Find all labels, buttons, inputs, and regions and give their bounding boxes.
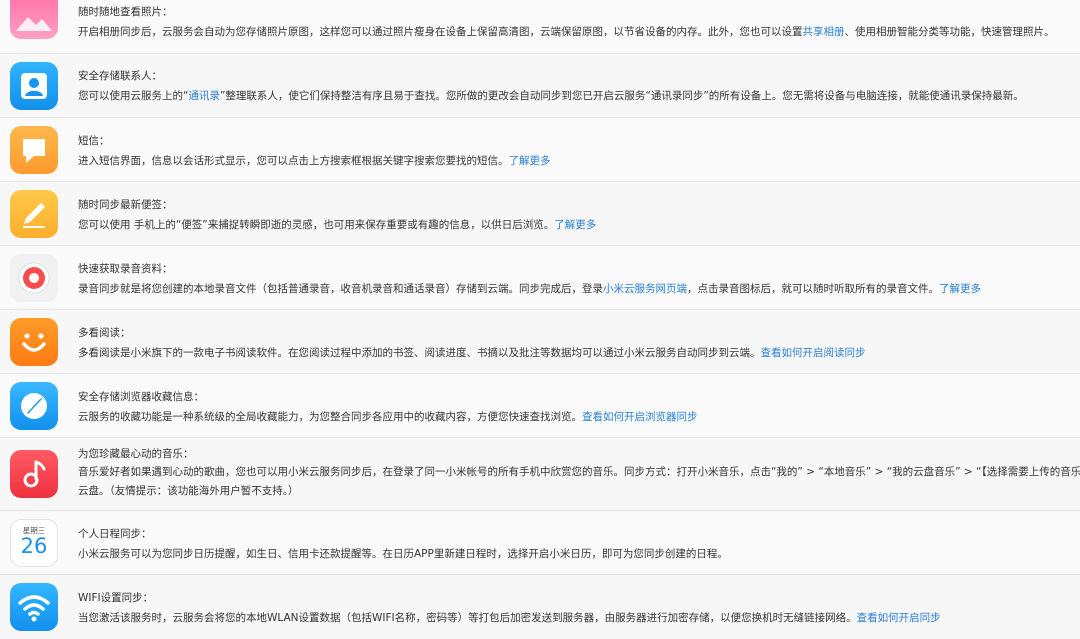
contacts-link[interactable]: 通讯录 — [188, 90, 220, 102]
item-desc: 录音同步就是将您创建的本地录音文件（包括普通录音，收音机录音和通话录音）存储到云… — [78, 283, 603, 295]
item-desc-tail: ”整理联系人，使它们保持整洁有序且易于查找。您所做的更改会自动同步到您已开启云服… — [219, 90, 1024, 102]
item-title: 安全存储浏览器收藏信息： — [78, 391, 204, 403]
photos-icon — [10, 0, 58, 39]
item-desc: 多看阅读是小米旗下的一款电子书阅读软件。在您阅读过程中添加的书签、阅读进度、书摘… — [78, 347, 761, 359]
learn-more-link[interactable]: 了解更多 — [939, 283, 981, 295]
list-item-browser: 安全存储浏览器收藏信息： 云服务的收藏功能是一种系统级的全局收藏能力，为您整合同… — [0, 374, 1080, 438]
item-desc: 您可以使用 手机上的“便签”来捕捉转瞬即逝的灵感，也可用来保存重要或有趣的信息，… — [78, 219, 555, 231]
sync-feature-list: 随时随地查看照片： 开启相册同步后，云服务会自动为您存储照片原图，这样您可以通过… — [0, 0, 1080, 639]
item-desc: 云服务的收藏功能是一种系统级的全局收藏能力，为您整合同步各应用中的收藏内容，方便… — [78, 411, 582, 423]
item-title: 短信： — [78, 135, 110, 147]
reader-sync-link[interactable]: 查看如何开启阅读同步 — [761, 347, 866, 359]
item-title: 随时同步最新便签： — [78, 199, 173, 211]
calendar-icon: 星期三 26 — [10, 519, 58, 567]
browser-icon — [10, 382, 58, 430]
list-item-notes: 随时同步最新便签： 您可以使用 手机上的“便签”来捕捉转瞬即逝的灵感，也可用来保… — [0, 182, 1080, 246]
item-title: 快速获取录音资料： — [78, 263, 173, 275]
shared-album-link[interactable]: 共享相册 — [803, 26, 845, 38]
reader-icon — [10, 318, 58, 366]
item-desc: 您可以使用云服务上的“ — [78, 90, 189, 102]
item-desc: 小米云服务可以为您同步日历提醒，如生日、信用卡还款提醒等。在日历APP里新建日程… — [78, 548, 728, 560]
web-portal-link[interactable]: 小米云服务网页端 — [603, 283, 687, 295]
notes-icon — [10, 190, 58, 238]
item-desc-tail: 、使用相册智能分类等功能，快速管理照片。 — [844, 26, 1055, 38]
item-desc-tail: ，点击录音图标后，就可以随时听取所有的录音文件。 — [687, 283, 939, 295]
wifi-sync-link[interactable]: 查看如何开启同步 — [857, 612, 941, 624]
item-title: 多看阅读： — [78, 327, 131, 339]
list-item-calendar: 星期三 26 个人日程同步： 小米云服务可以为您同步日历提醒，如生日、信用卡还款… — [0, 511, 1080, 575]
list-item-wifi: WIFI设置同步： 当您激活该服务时，云服务会将您的本地WLAN设置数据（包括W… — [0, 575, 1080, 639]
item-desc: 音乐爱好者如果遇到心动的歌曲，您也可以用小米云服务同步后，在登录了同一小米帐号的… — [78, 466, 1080, 478]
music-icon — [10, 450, 58, 498]
wifi-icon — [10, 583, 58, 631]
list-item-contacts: 安全存储联系人： 您可以使用云服务上的“通讯录”整理联系人，使它们保持整洁有序且… — [0, 54, 1080, 118]
list-item-photos: 随时随地查看照片： 开启相册同步后，云服务会自动为您存储照片原图，这样您可以通过… — [0, 0, 1080, 54]
item-desc: 开启相册同步后，云服务会自动为您存储照片原图，这样您可以通过照片瘦身在设备上保留… — [78, 26, 803, 38]
learn-more-link[interactable]: 了解更多 — [554, 219, 596, 231]
learn-more-link[interactable]: 了解更多 — [509, 155, 551, 167]
list-item-sms: 短信： 进入短信界面，信息以会话形式显示，您可以点击上方搜索框根据关键字搜索您要… — [0, 118, 1080, 182]
recorder-icon — [10, 254, 58, 302]
item-desc-tail: 云盘。（友情提示：该功能海外用户暂不支持。） — [78, 485, 299, 497]
item-title: 个人日程同步： — [78, 528, 152, 540]
item-title: WIFI设置同步： — [78, 592, 154, 604]
item-title: 随时随地查看照片： — [78, 6, 173, 18]
list-item-music: 为您珍藏最心动的音乐： 音乐爱好者如果遇到心动的歌曲，您也可以用小米云服务同步后… — [0, 438, 1080, 511]
contacts-icon — [10, 62, 58, 110]
calendar-day: 26 — [20, 534, 48, 558]
item-title: 为您珍藏最心动的音乐： — [78, 448, 194, 460]
sms-icon — [10, 126, 58, 174]
browser-sync-link[interactable]: 查看如何开启浏览器同步 — [582, 411, 698, 423]
list-item-recorder: 快速获取录音资料： 录音同步就是将您创建的本地录音文件（包括普通录音，收音机录音… — [0, 246, 1080, 310]
item-desc: 当您激活该服务时，云服务会将您的本地WLAN设置数据（包括WIFI名称，密码等）… — [78, 612, 857, 624]
list-item-reader: 多看阅读： 多看阅读是小米旗下的一款电子书阅读软件。在您阅读过程中添加的书签、阅… — [0, 310, 1080, 374]
item-desc: 进入短信界面，信息以会话形式显示，您可以点击上方搜索框根据关键字搜索您要找的短信… — [78, 155, 509, 167]
item-title: 安全存储联系人： — [78, 70, 162, 82]
